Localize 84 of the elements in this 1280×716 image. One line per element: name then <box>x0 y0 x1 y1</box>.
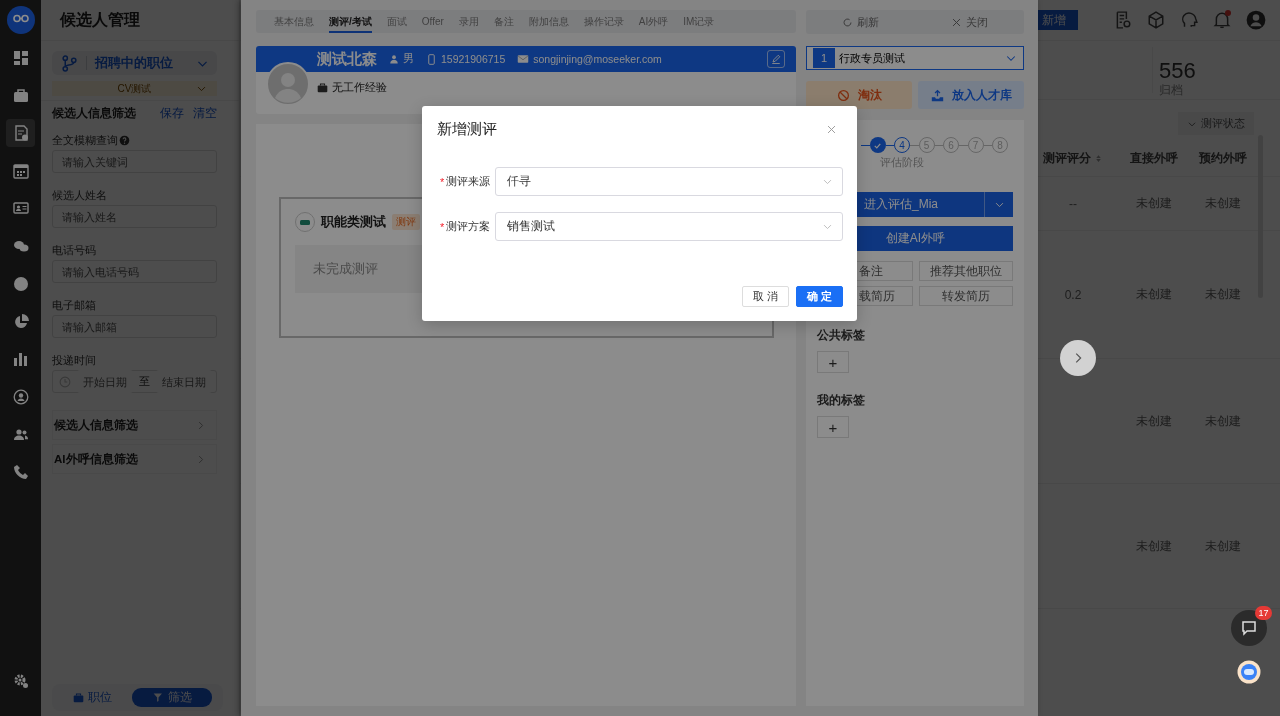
select-field[interactable]: 销售测试 <box>495 212 843 241</box>
section-title: 候选人信息筛选 <box>52 105 136 121</box>
action-button[interactable]: 淘汰 <box>806 81 912 109</box>
stage-select[interactable]: 1 行政专员测试 <box>806 46 1024 70</box>
circle-icon <box>12 275 29 292</box>
cancel-button[interactable]: 取 消 <box>742 286 789 307</box>
job-select[interactable]: 招聘中的职位 <box>52 51 217 75</box>
select-field[interactable]: 仟寻 <box>495 167 843 196</box>
ban-icon <box>836 88 850 102</box>
column-header: 测评评分 <box>1043 149 1091 167</box>
action-button[interactable]: 放入人才库 <box>918 81 1024 109</box>
tag-group-title: 我的标签 <box>817 393 865 407</box>
column-header: 直接外呼 <box>1130 149 1178 167</box>
dashboard-icon <box>12 49 29 66</box>
close-button[interactable] <box>826 123 837 135</box>
add-tag-button[interactable]: + <box>817 351 849 373</box>
upload-icon <box>930 88 944 102</box>
mobile-icon <box>426 53 437 65</box>
refresh-icon <box>842 16 853 28</box>
toolbar-button[interactable]: 刷新 <box>806 10 915 34</box>
table-cell: -- <box>1069 196 1077 211</box>
head-icon <box>1180 11 1198 29</box>
tab[interactable]: 测评/考试 <box>329 10 372 33</box>
id-card-icon <box>12 200 29 217</box>
settings-icon <box>12 673 29 689</box>
candidate-name: 测试北森 <box>317 49 377 69</box>
switch-tab[interactable]: 筛选 <box>132 688 212 707</box>
logo-icon <box>6 6 35 34</box>
range-separator: 至 <box>139 374 150 389</box>
text-link[interactable]: 保存 <box>160 105 184 121</box>
calendar-icon <box>12 162 29 179</box>
secondary-button[interactable]: 推荐其他职位 <box>918 261 1013 281</box>
cube-icon <box>1147 11 1165 29</box>
person-icon <box>389 54 399 64</box>
filter-icon <box>152 692 164 703</box>
logo-icon <box>295 212 315 232</box>
page-title: 候选人管理 <box>60 9 140 30</box>
switch-tab[interactable]: 职位 <box>52 688 132 707</box>
text-link[interactable]: 清空 <box>193 105 217 121</box>
candidate-gender: 男 <box>403 52 414 66</box>
tag-group-title: 公共标签 <box>817 328 865 342</box>
mail-icon <box>517 53 530 65</box>
confirm-button[interactable]: 确 定 <box>796 286 843 307</box>
document-search-icon <box>1114 11 1132 29</box>
collapse-header[interactable]: AI外呼信息筛选 <box>52 444 217 474</box>
assessment-tag: 测评 <box>392 214 420 230</box>
sub-select[interactable]: CV测试 <box>52 81 217 96</box>
secondary-button[interactable]: 转发简历 <box>918 286 1013 306</box>
add-tag-button[interactable]: + <box>817 416 849 438</box>
avatar-icon <box>1246 10 1266 30</box>
field-label: 测评方案 <box>446 219 491 234</box>
briefcase-icon <box>317 82 328 93</box>
document-icon <box>12 125 29 142</box>
column-header: 预约外呼 <box>1199 149 1247 167</box>
people-icon <box>12 426 29 443</box>
stat-value: 556 <box>1159 59 1197 83</box>
stage-index: 1 <box>813 48 835 68</box>
required-mark: * <box>440 220 445 233</box>
close-icon <box>826 123 837 135</box>
assessment-title: 职能类测试 <box>321 213 386 231</box>
edit-button[interactable] <box>767 50 785 68</box>
tab[interactable]: Offer <box>421 10 444 33</box>
avatar <box>266 62 310 106</box>
dialog-title: 新增测评 <box>437 119 497 139</box>
pie-chart-icon <box>12 313 29 330</box>
phone-icon <box>12 464 29 481</box>
required-mark: * <box>440 175 445 188</box>
chat-icon <box>1241 620 1257 636</box>
bar-chart-icon <box>12 351 29 368</box>
user-circle-icon <box>12 388 29 405</box>
field-label: 测评来源 <box>446 174 491 189</box>
candidate-email: songjinjing@moseeker.com <box>533 53 662 65</box>
collapse-header[interactable]: 候选人信息筛选 <box>52 410 217 440</box>
toolbar-button[interactable]: 关闭 <box>915 10 1024 34</box>
edit-icon <box>770 53 782 65</box>
nav-item[interactable] <box>6 119 35 148</box>
branch-icon <box>61 54 78 72</box>
briefcase-icon <box>12 87 29 104</box>
briefcase-icon <box>72 692 84 703</box>
close-icon <box>951 16 962 28</box>
assistant-icon <box>1237 660 1261 684</box>
bell-icon <box>1213 11 1231 29</box>
candidate-phone: 15921906715 <box>441 53 506 65</box>
experience-text: 无工作经验 <box>332 80 387 95</box>
